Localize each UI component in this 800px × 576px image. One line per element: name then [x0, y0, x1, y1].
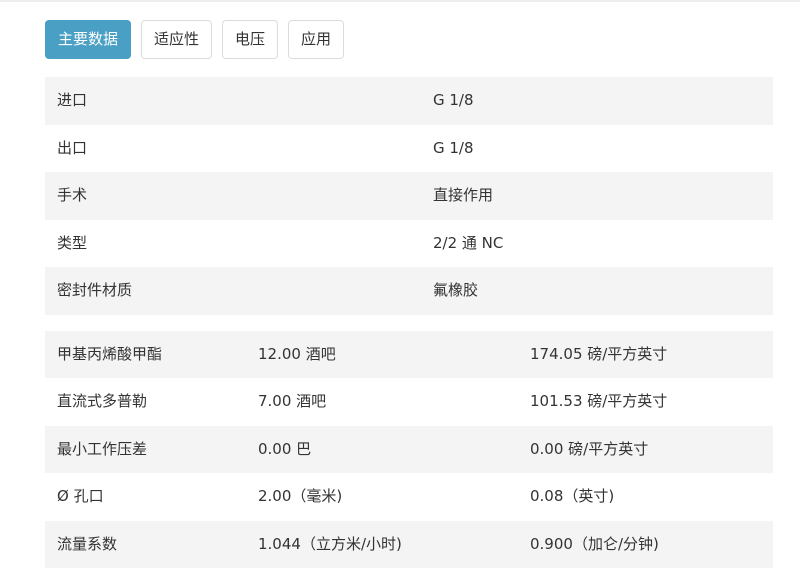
row-value: G 1/8: [433, 91, 474, 109]
top-divider: [0, 0, 800, 2]
row-label: Ø 孔口: [57, 487, 104, 505]
row-label: 直流式多普勒: [57, 392, 148, 410]
row-label: 类型: [57, 233, 88, 252]
imperial-value: 0.900（加仑/分钟): [530, 534, 659, 553]
table-row: 甲基丙烯酸甲酯 12.00 酒吧 174.05 磅/平方英寸: [45, 330, 773, 378]
metric-value: 12.00 酒吧: [258, 344, 336, 363]
row-value: 氟橡胶: [433, 281, 479, 299]
table-row: 手术 直接作用: [45, 172, 773, 220]
tab-applications[interactable]: 应用: [288, 20, 345, 59]
row-label: 进口: [57, 91, 88, 109]
product-data-panel: 主要数据 适应性 电压 应用 进口 G 1/8 出口 G 1/8 手术 直接作用…: [45, 20, 773, 568]
row-label: 流量系数: [57, 534, 118, 553]
imperial-value: 174.05 磅/平方英寸: [530, 344, 668, 363]
specifications-table: 甲基丙烯酸甲酯 12.00 酒吧 174.05 磅/平方英寸 直流式多普勒 7.…: [45, 330, 773, 568]
table-row: 类型 2/2 通 NC: [45, 219, 773, 267]
tab-compatibility[interactable]: 适应性: [141, 20, 213, 59]
table-row: 出口 G 1/8: [45, 124, 773, 172]
tab-voltage[interactable]: 电压: [222, 20, 279, 59]
imperial-value: 0.00 磅/平方英寸: [530, 439, 649, 458]
row-label: 甲基丙烯酸甲酯: [57, 344, 163, 363]
row-label: 密封件材质: [57, 281, 133, 299]
metric-value: 7.00 酒吧: [258, 392, 327, 410]
general-data-table: 进口 G 1/8 出口 G 1/8 手术 直接作用 类型 2/2 通 NC 密封…: [45, 77, 773, 315]
row-value: 直接作用: [433, 186, 494, 204]
row-value: G 1/8: [433, 138, 474, 157]
table-row: 进口 G 1/8: [45, 77, 773, 125]
metric-value: 1.044（立方米/小时): [258, 534, 402, 553]
imperial-value: 0.08（英寸): [530, 487, 615, 505]
metric-value: 0.00 巴: [258, 439, 312, 458]
table-row: 流量系数 1.044（立方米/小时) 0.900（加仑/分钟): [45, 520, 773, 568]
tab-bar: 主要数据 适应性 电压 应用: [45, 20, 773, 59]
metric-value: 2.00（毫米): [258, 487, 343, 505]
table-row: 直流式多普勒 7.00 酒吧 101.53 磅/平方英寸: [45, 378, 773, 426]
row-label: 最小工作压差: [57, 439, 148, 458]
row-label: 出口: [57, 138, 88, 157]
row-value: 2/2 通 NC: [433, 233, 504, 252]
table-row: Ø 孔口 2.00（毫米) 0.08（英寸): [45, 473, 773, 521]
table-row: 最小工作压差 0.00 巴 0.00 磅/平方英寸: [45, 425, 773, 473]
imperial-value: 101.53 磅/平方英寸: [530, 392, 668, 410]
table-row: 密封件材质 氟橡胶: [45, 267, 773, 315]
tab-main-data[interactable]: 主要数据: [45, 20, 132, 59]
row-label: 手术: [57, 186, 88, 204]
